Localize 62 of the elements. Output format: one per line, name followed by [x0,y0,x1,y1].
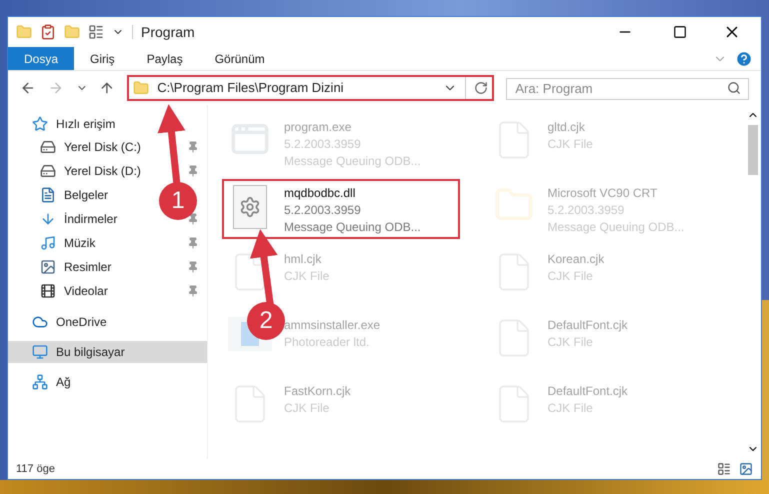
properties-icon[interactable] [40,24,56,40]
ribbon-tab[interactable]: Dosya [8,47,74,70]
pin-icon[interactable] [187,237,199,249]
sidebar-item[interactable]: Belgeler [40,186,108,204]
refresh-icon[interactable] [474,81,488,95]
star-icon [32,116,48,132]
settings-file-icon [233,185,267,229]
address-bar[interactable]: C:\Program Files\Program Dizini [127,75,494,101]
sidebar-item[interactable]: İndirmeler [40,210,118,228]
drive-icon [40,163,56,179]
file-name: Microsoft VC90 CRT [548,185,658,202]
search-icon[interactable] [727,81,741,95]
sidebar-item[interactable]: Bu bilgisayar [8,341,207,363]
film-icon [40,283,56,299]
file-name: Korean.cjk [548,251,604,268]
details-view-icon[interactable] [717,462,731,476]
cloud-icon [32,314,48,330]
help-icon[interactable] [735,50,753,68]
download-icon [40,211,56,227]
file-name: FastKorn.cjk [284,383,351,400]
maximize-icon[interactable] [673,25,687,39]
file-name: hml.cjk [284,251,322,268]
pin-icon[interactable] [187,165,199,177]
sidebar-item[interactable]: OneDrive [8,311,207,333]
layout-icon[interactable] [88,24,104,40]
sidebar-item[interactable]: Hızlı erişim [8,113,207,135]
sidebar-item[interactable]: Resimler [40,258,112,276]
back-icon[interactable] [20,80,36,96]
item-count: 117 öge [16,462,55,477]
file-name: DefaultFont.cjk [548,383,628,400]
pin-icon[interactable] [187,141,199,153]
file-name: ammsinstaller.exe [284,317,380,334]
search-field[interactable]: Ara: Program [506,78,749,100]
pin-icon[interactable] [187,285,199,297]
sidebar-item[interactable]: Yerel Disk (D:) [40,162,141,180]
picture-icon [40,259,56,275]
scrollbar-thumb[interactable] [748,125,758,175]
network-icon [32,374,48,390]
sidebar-item[interactable]: Videolar [40,282,108,300]
window-title: Program [141,22,195,42]
file-name: gltd.cjk [548,119,586,136]
large-icons-view-icon[interactable] [739,462,753,476]
monitor-icon [32,344,48,360]
file-name: DefaultFont.cjk [548,317,628,334]
pin-icon[interactable] [187,261,199,273]
sidebar-item[interactable]: Müzik [40,234,96,252]
file-item[interactable]: mqdbodbc.dll 5.2.2003.3959 Message Queuing ODB... [222,179,460,239]
document-icon [40,187,56,203]
ribbon-tab[interactable]: Giriş [74,47,131,70]
pin-icon[interactable] [187,213,199,225]
address-path: C:\Program Files\Program Dizini [157,79,345,98]
drive-icon [40,139,56,155]
ribbon-tab[interactable]: Görünüm [198,47,281,70]
file-name: program.exe [284,119,352,136]
sidebar-item[interactable]: Ağ [8,371,207,393]
file-detail: Message Queuing ODB... [284,219,421,236]
music-note-icon [40,235,56,251]
folder-icon [133,80,150,96]
sidebar-item[interactable]: Yerel Disk (C:) [40,138,141,156]
ribbon-tab[interactable]: Paylaş [130,47,199,70]
file-name: mqdbodbc.dll [284,185,356,202]
file-detail: 5.2.2003.3959 [284,202,362,219]
